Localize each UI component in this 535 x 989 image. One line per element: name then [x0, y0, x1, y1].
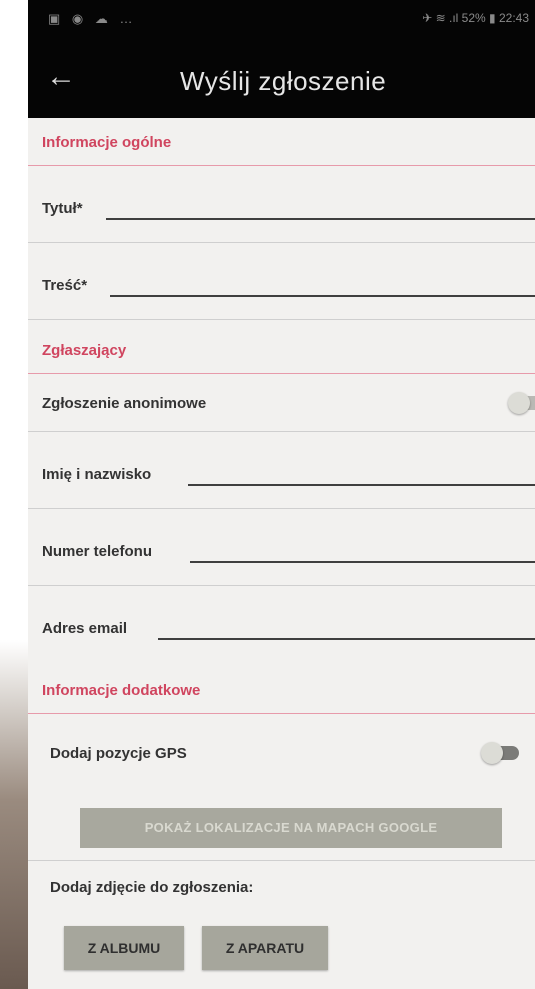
name-label: Imię i nazwisko [42, 466, 152, 483]
divider [28, 860, 535, 861]
section-title: Zgłaszający [42, 342, 127, 359]
email-field-row[interactable]: Adres email [28, 586, 535, 662]
section-divider [28, 713, 535, 714]
section-title: Informacje ogólne [42, 134, 172, 151]
page-title: Wyślij zgłoszenie [180, 66, 387, 96]
phone-input[interactable] [190, 561, 535, 563]
email-input[interactable] [158, 638, 535, 640]
gps-label: Dodaj pozycje GPS [50, 745, 187, 762]
phone-label: Numer telefonu [42, 543, 153, 560]
name-input[interactable] [188, 484, 535, 486]
anonymous-switch[interactable] [508, 392, 535, 414]
app-toolbar: ← Wyślij zgłoszenie [28, 40, 535, 118]
from-album-button[interactable]: Z ALBUMU [64, 926, 184, 970]
add-photo-label: Dodaj zdjęcie do zgłoszenia: [50, 879, 254, 896]
email-label: Adres email [42, 620, 128, 637]
section-divider [28, 373, 535, 374]
anonymous-label: Zgłoszenie anonimowe [42, 395, 207, 412]
status-icons-left: ▣ ◉ ☁ … [48, 11, 137, 26]
phone-field-row[interactable]: Numer telefonu [28, 509, 535, 586]
status-bar: ▣ ◉ ☁ … ✈ ≋ .ıl 52% ▮ 22:43 [28, 0, 535, 40]
content-field-row[interactable]: Treść* [28, 243, 535, 320]
title-label: Tytuł* [42, 200, 83, 217]
phone-screen: ▣ ◉ ☁ … ✈ ≋ .ıl 52% ▮ 22:43 ← Wyślij zgł… [28, 0, 535, 989]
switch-knob [481, 742, 503, 764]
status-icons-right: ✈ ≋ .ıl 52% ▮ 22:43 [422, 11, 529, 25]
anonymous-toggle-row[interactable]: Zgłoszenie anonimowe [28, 375, 535, 432]
background-edge [0, 0, 28, 989]
content-label: Treść* [42, 277, 88, 294]
show-on-google-maps-button[interactable]: POKAŻ LOKALIZACJE NA MAPACH GOOGLE [80, 808, 502, 848]
switch-knob [508, 392, 530, 414]
title-field-row[interactable]: Tytuł* [28, 166, 535, 243]
content-input[interactable] [110, 295, 535, 297]
back-arrow-icon[interactable]: ← [46, 62, 76, 92]
gps-toggle-row[interactable]: Dodaj pozycje GPS [28, 715, 535, 785]
gps-switch[interactable] [481, 742, 519, 764]
section-title: Informacje dodatkowe [42, 682, 201, 699]
title-input[interactable] [106, 218, 535, 220]
name-field-row[interactable]: Imię i nazwisko [28, 432, 535, 509]
section-header-reporter: Zgłaszający [28, 326, 535, 374]
section-header-additional: Informacje dodatkowe [28, 666, 535, 714]
from-camera-button[interactable]: Z APARATU [202, 926, 328, 970]
section-header-general: Informacje ogólne [28, 118, 535, 166]
